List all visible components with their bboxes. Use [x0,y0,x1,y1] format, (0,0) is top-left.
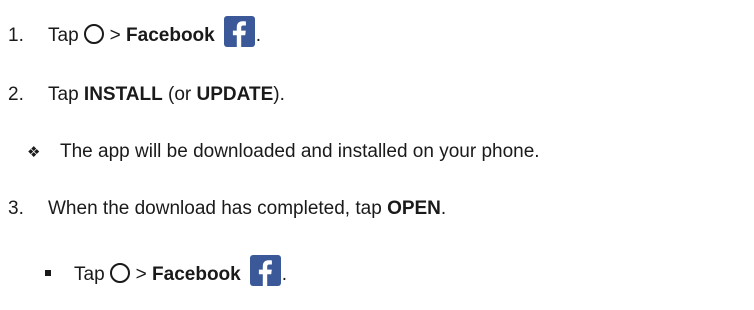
step-3: 3. When the download has completed, tap … [8,198,446,220]
step-1: 1. Tap > Facebook . [8,16,262,51]
separator: > [135,263,147,285]
diamond-bullet-icon: ❖ [27,144,41,161]
square-bullet-icon [45,269,51,276]
sub-step-text: Tap [74,263,105,285]
update-label: UPDATE [196,84,274,105]
note: ❖ The app will be downloaded and install… [27,141,540,163]
facebook-icon [223,16,255,47]
step-end: . [255,24,262,46]
sub-step: Tap > Facebook . [45,255,288,290]
step-number: 1. [8,24,24,46]
step-text: Tap [48,84,79,105]
app-name: Facebook [126,24,215,46]
step-end: . [440,198,447,219]
note-text: The app will be downloaded and installed… [60,141,540,162]
home-circle-icon [109,262,130,283]
install-label: INSTALL [83,84,163,105]
step-end: ). [273,84,285,105]
facebook-icon [249,255,281,286]
step-text: Tap [48,24,79,46]
step-text-middle: (or [168,84,192,105]
step-number: 2. [8,84,24,105]
separator: > [109,24,121,46]
step-end: . [281,263,288,285]
step-text: When the download has completed, tap [48,198,382,219]
step-number: 3. [8,198,24,219]
app-name: Facebook [152,263,241,285]
open-label: OPEN [387,198,441,219]
step-2: 2. Tap INSTALL (or UPDATE). [8,84,285,106]
home-circle-icon [83,23,104,44]
